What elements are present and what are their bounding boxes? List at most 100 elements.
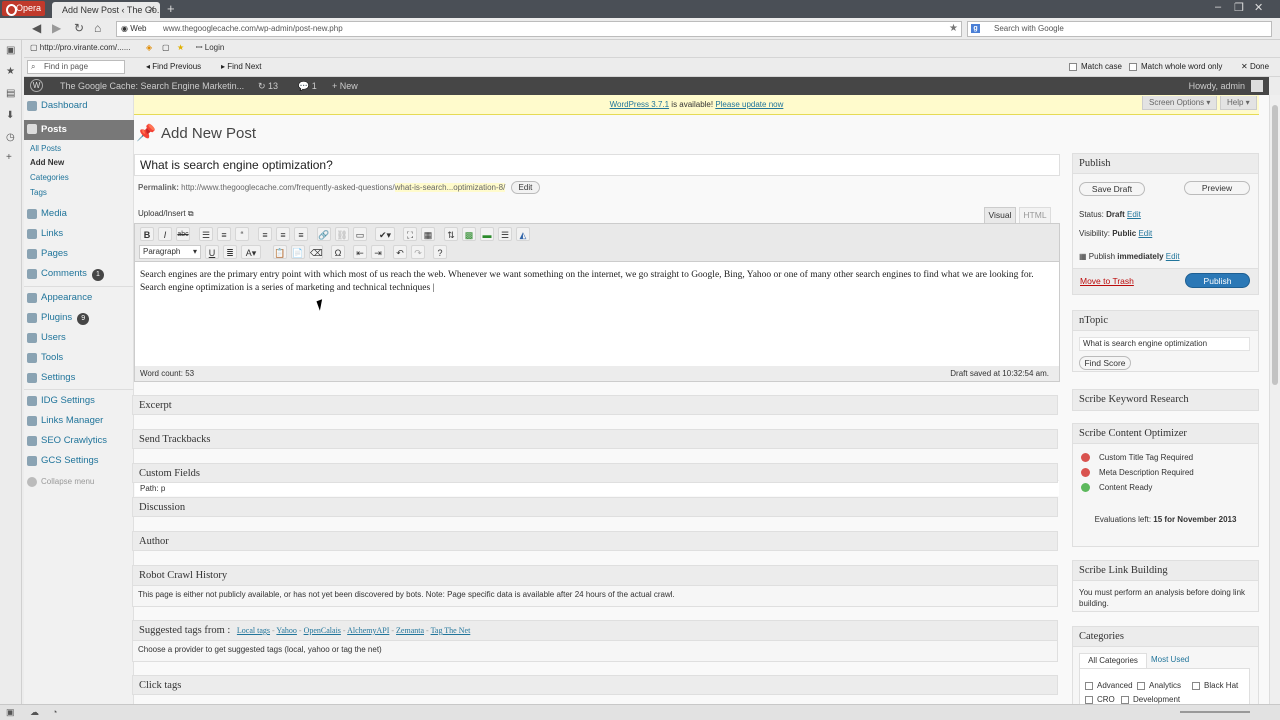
find-score-button[interactable]: Find Score (1079, 356, 1131, 370)
ntopic-heading[interactable]: nTopic (1073, 311, 1258, 331)
add-panel-icon[interactable]: + (6, 152, 12, 163)
remove-format-icon[interactable]: ⌫ (309, 245, 323, 259)
address-bar[interactable]: ◉ Web www.thegooglecache.com/wp-admin/po… (116, 21, 962, 37)
scribe-optimizer-heading[interactable]: Scribe Content Optimizer (1073, 424, 1258, 444)
italic-icon[interactable]: I (158, 227, 172, 241)
bold-icon[interactable]: B (140, 227, 154, 241)
blockquote-icon[interactable]: “ (235, 227, 249, 241)
edit-status-link[interactable]: Edit (1127, 210, 1141, 219)
page-icon[interactable]: ▢ (162, 40, 170, 56)
category-item[interactable]: Analytics (1137, 681, 1181, 690)
edit-visibility-link[interactable]: Edit (1138, 229, 1152, 238)
add-media-icon[interactable]: ⧉ (188, 209, 194, 218)
move-to-trash-link[interactable]: Move to Trash (1080, 276, 1134, 286)
category-item[interactable]: Advanced (1085, 681, 1133, 690)
horizontal-rule-icon[interactable]: ☰ (498, 227, 512, 241)
spellcheck-icon[interactable]: ✔▾ (375, 227, 395, 241)
downloads-icon[interactable]: ⬇ (6, 110, 14, 121)
menu-links-manager[interactable]: Links Manager (24, 412, 134, 430)
tab-all-categories[interactable]: All Categories (1079, 653, 1147, 668)
tab-html[interactable]: HTML (1019, 207, 1051, 223)
howdy-user[interactable]: Howdy, admin (1189, 77, 1245, 95)
menu-tools[interactable]: Tools (24, 349, 134, 367)
provider-yahoo[interactable]: Yahoo (276, 626, 297, 635)
help-icon[interactable]: ? (433, 245, 447, 259)
category-item[interactable]: Development (1121, 695, 1180, 704)
send-trackbacks-box[interactable]: Send Trackbacks (132, 429, 1058, 449)
menu-seo-crawlytics[interactable]: SEO Crawlytics (24, 432, 134, 450)
turbo-icon[interactable]: ◔ (52, 707, 57, 717)
avatar[interactable] (1251, 80, 1263, 92)
excerpt-box[interactable]: Excerpt (132, 395, 1058, 415)
menu-comments[interactable]: Comments 1 (24, 265, 134, 283)
align-right-icon[interactable]: ≡ (294, 227, 308, 241)
robot-crawl-heading[interactable]: Robot Crawl History (133, 566, 1057, 586)
upload-insert[interactable]: Upload/Insert ⧉ (138, 209, 194, 219)
fullscreen-icon[interactable]: ⛶ (403, 227, 417, 241)
paste-word-icon[interactable]: 📄 (291, 245, 305, 259)
tab-close-icon[interactable]: ✕ (148, 4, 156, 15)
scribe-link-heading[interactable]: Scribe Link Building (1073, 561, 1258, 581)
panel-icon[interactable]: ▣ (6, 45, 15, 56)
restore-icon[interactable]: ❐ (1234, 1, 1244, 14)
star-icon[interactable]: ★ (177, 40, 184, 56)
menu-users[interactable]: Users (24, 329, 134, 347)
numbered-list-icon[interactable]: ≡ (217, 227, 231, 241)
done-button[interactable]: ✕ Done (1229, 60, 1269, 74)
forward-icon[interactable]: ▶ (52, 21, 61, 35)
justify-icon[interactable]: ≣ (223, 245, 237, 259)
menu-settings[interactable]: Settings (24, 369, 134, 387)
screen-options-tab[interactable]: Screen Options ▾ (1142, 96, 1218, 110)
paste-text-icon[interactable]: 📋 (273, 245, 287, 259)
tab-visual[interactable]: Visual (984, 207, 1016, 223)
indent-icon[interactable]: ⇥ (371, 245, 385, 259)
image-plugin-icon[interactable]: ◭ (516, 227, 530, 241)
save-draft-button[interactable]: Save Draft (1079, 182, 1145, 196)
menu-dashboard[interactable]: Dashboard (24, 97, 134, 115)
discussion-box[interactable]: Discussion (132, 497, 1058, 517)
submenu-categories[interactable]: Categories (30, 173, 69, 182)
back-icon[interactable]: ◀ (32, 21, 41, 35)
post-editor[interactable]: B I abc ☰ ≡ “ ≡ ≡ ≡ 🔗 ⛓ ▭ ✔▾ ⛶ ▦ ⇅ ▩ ▬ ☰… (134, 223, 1060, 496)
outdent-icon[interactable]: ⇤ (353, 245, 367, 259)
match-case-checkbox[interactable]: Match case (1057, 60, 1122, 74)
panel-toggle-icon[interactable]: ▣ (6, 707, 15, 718)
unlink-icon[interactable]: ⛓ (335, 227, 349, 241)
redo-icon[interactable]: ↷ (411, 245, 425, 259)
menu-media[interactable]: Media (24, 205, 134, 223)
home-icon[interactable]: ⌂ (94, 21, 101, 35)
help-tab[interactable]: Help ▾ (1220, 96, 1257, 110)
align-center-icon[interactable]: ≡ (276, 227, 290, 241)
match-whole-word-checkbox[interactable]: Match whole word only (1117, 60, 1222, 74)
scrollbar-thumb[interactable] (1272, 105, 1278, 385)
search-box[interactable]: g Search with Google (967, 21, 1272, 37)
publish-button[interactable]: Publish (1185, 273, 1250, 288)
edit-permalink-button[interactable]: Edit (510, 181, 541, 194)
category-item[interactable]: CRO (1085, 695, 1115, 704)
submenu-tags[interactable]: Tags (30, 188, 47, 197)
provider-tag-the-net[interactable]: Tag The Net (431, 626, 471, 635)
bookmarks-icon[interactable]: ★ (6, 66, 15, 77)
tab-most-used[interactable]: Most Used (1151, 653, 1189, 667)
author-box[interactable]: Author (132, 531, 1058, 551)
click-tags-box[interactable]: Click tags (132, 675, 1058, 695)
updates-link[interactable]: ↻ 13 (258, 77, 278, 95)
page-scrollbar[interactable] (1269, 95, 1280, 704)
collapse-menu[interactable]: Collapse menu (24, 473, 134, 491)
text-color-icon[interactable]: A▾ (241, 245, 261, 259)
bookmark-star-icon[interactable]: ★ (949, 22, 958, 36)
find-previous-button[interactable]: ◂ Find Previous (134, 60, 201, 74)
categories-heading[interactable]: Categories (1073, 627, 1258, 647)
ntopic-input[interactable]: What is search engine optimization (1079, 337, 1250, 351)
provider-local-tags[interactable]: Local tags (237, 626, 270, 635)
reload-icon[interactable]: ↻ (74, 21, 84, 35)
wordpress-logo-icon[interactable]: W (30, 79, 43, 92)
new-content-link[interactable]: + New (332, 77, 358, 95)
menu-links[interactable]: Links (24, 225, 134, 243)
find-next-button[interactable]: ▸ Find Next (209, 60, 261, 74)
new-tab-icon[interactable]: + (167, 1, 175, 16)
edit-publish-time-link[interactable]: Edit (1166, 252, 1180, 261)
kitchen-sink-icon[interactable]: ▦ (421, 227, 435, 241)
find-input[interactable]: ⌕ Find in page (27, 60, 125, 74)
publish-heading[interactable]: Publish (1073, 154, 1258, 174)
